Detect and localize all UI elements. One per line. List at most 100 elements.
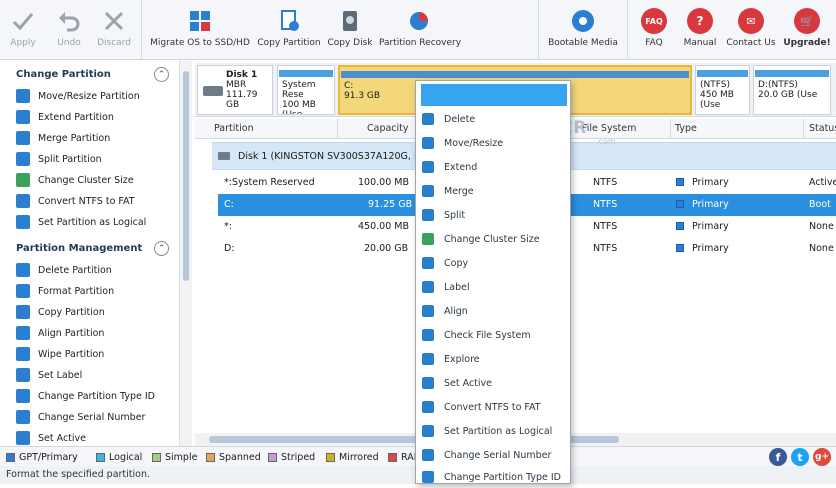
resize-icon xyxy=(422,137,434,149)
column-file-system[interactable]: File System xyxy=(582,123,636,134)
sidebar-item-format[interactable]: Format Partition xyxy=(16,282,114,300)
watermark-sub: .com xyxy=(596,137,616,146)
copy-partition-icon xyxy=(276,8,302,34)
sidebar-item-set-logical[interactable]: Set Partition as Logical xyxy=(16,213,146,231)
sidebar-item-align[interactable]: Align Partition xyxy=(16,324,104,342)
menu-item-merge[interactable]: Merge xyxy=(416,180,570,202)
copy-disk-button[interactable]: Copy Disk xyxy=(326,0,374,60)
check-icon xyxy=(422,329,434,341)
sidebar: Change Partition ⌃ Move/Resize Partition… xyxy=(0,61,180,446)
disk-map-partition-system[interactable]: System Rese 100 MB (Use xyxy=(277,65,335,115)
split-icon xyxy=(16,152,30,166)
facebook-icon[interactable]: f xyxy=(769,448,787,466)
menu-item-move-resize[interactable]: Move/Resize xyxy=(416,132,570,154)
sidebar-item-wipe[interactable]: Wipe Partition xyxy=(16,345,104,363)
partition-recovery-button[interactable]: Partition Recovery xyxy=(378,0,462,60)
menu-item-explore[interactable]: Explore xyxy=(416,348,570,370)
bootable-media-button[interactable]: Bootable Media xyxy=(546,0,620,60)
wipe-icon xyxy=(16,347,30,361)
column-type[interactable]: Type xyxy=(675,123,697,134)
split-icon xyxy=(422,209,434,221)
legend-item: Mirrored xyxy=(326,452,379,463)
menu-item-set-active[interactable]: Set Active xyxy=(416,372,570,394)
divider xyxy=(538,0,539,60)
sidebar-item-type-id[interactable]: Change Partition Type ID xyxy=(16,387,155,405)
legend-item: GPT/Primary xyxy=(6,452,78,463)
align-icon xyxy=(422,305,434,317)
disk-map-partition-d[interactable]: D:(NTFS) 20.0 GB (Use xyxy=(753,65,831,115)
discard-button[interactable]: Discard xyxy=(94,0,134,60)
google-plus-icon[interactable]: g+ xyxy=(813,448,831,466)
toolbar: Apply Undo Discard Migrate OS to SSD/HD … xyxy=(0,0,836,60)
menu-item-check-fs[interactable]: Check File System xyxy=(416,324,570,346)
legend-item: Logical xyxy=(96,452,142,463)
column-status[interactable]: Status xyxy=(809,123,836,134)
group-change-partition: Change Partition xyxy=(16,69,111,80)
logical-icon xyxy=(422,425,434,437)
logical-icon xyxy=(16,215,30,229)
collapse-icon[interactable]: ⌃ xyxy=(154,241,169,256)
sidebar-item-split[interactable]: Split Partition xyxy=(16,150,102,168)
collapse-icon[interactable]: ⌃ xyxy=(154,67,169,82)
menu-item-change-serial[interactable]: Change Serial Number xyxy=(416,444,570,466)
context-menu: Delete Move/Resize Extend Merge Split Ch… xyxy=(415,80,571,484)
undo-button[interactable]: Undo xyxy=(50,0,88,60)
delete-icon xyxy=(422,113,434,125)
sidebar-item-cluster-size[interactable]: Change Cluster Size xyxy=(16,171,134,189)
close-icon xyxy=(101,8,127,34)
cd-icon xyxy=(570,8,596,34)
sidebar-scrollbar[interactable] xyxy=(180,61,192,446)
menu-item-change-type-id[interactable]: Change Partition Type ID xyxy=(416,466,570,488)
sidebar-item-move-resize[interactable]: Move/Resize Partition xyxy=(16,87,140,105)
format-icon xyxy=(16,284,30,298)
sidebar-item-delete[interactable]: Delete Partition xyxy=(16,261,112,279)
menu-item-split[interactable]: Split xyxy=(416,204,570,226)
menu-item-align[interactable]: Align xyxy=(416,300,570,322)
hard-disk-icon xyxy=(203,86,223,96)
type-square-icon xyxy=(676,222,684,230)
sidebar-item-extend[interactable]: Extend Partition xyxy=(16,108,114,126)
sidebar-item-convert-ntfs[interactable]: Convert NTFS to FAT xyxy=(16,192,135,210)
upgrade-button[interactable]: 🛒 Upgrade! xyxy=(780,0,834,60)
menu-item-label[interactable]: Label xyxy=(416,276,570,298)
migrate-os-button[interactable]: Migrate OS to SSD/HD xyxy=(150,0,250,60)
column-capacity[interactable]: Capacity xyxy=(367,123,409,134)
faq-button[interactable]: FAQ FAQ xyxy=(636,0,672,60)
label-icon xyxy=(422,281,434,293)
copy-partition-button[interactable]: Copy Partition xyxy=(256,0,322,60)
hard-disk-icon xyxy=(218,152,230,160)
flag-icon xyxy=(422,377,434,389)
sidebar-item-serial[interactable]: Change Serial Number xyxy=(16,408,145,426)
undo-icon xyxy=(56,8,82,34)
manual-button[interactable]: ? Manual xyxy=(680,0,720,60)
mail-icon: ✉ xyxy=(738,8,764,34)
scroll-thumb[interactable] xyxy=(183,71,189,281)
menu-item-copy[interactable]: Copy xyxy=(416,252,570,274)
twitter-icon[interactable]: t xyxy=(791,448,809,466)
apply-button[interactable]: Apply xyxy=(4,0,42,60)
disk-map-partition-ntfs[interactable]: (NTFS) 450 MB (Use xyxy=(695,65,750,115)
faq-icon: FAQ xyxy=(641,8,667,34)
extend-icon xyxy=(16,110,30,124)
legend-item: Spanned xyxy=(206,452,261,463)
windows-icon xyxy=(187,8,213,34)
copy-icon xyxy=(422,257,434,269)
serial-icon xyxy=(16,410,30,424)
contact-us-button[interactable]: ✉ Contact Us xyxy=(724,0,778,60)
sidebar-item-set-label[interactable]: Set Label xyxy=(16,366,82,384)
sidebar-item-merge[interactable]: Merge Partition xyxy=(16,129,110,147)
sidebar-item-set-active[interactable]: Set Active xyxy=(16,429,86,446)
menu-item-delete[interactable]: Delete xyxy=(416,108,570,130)
label-icon xyxy=(16,368,30,382)
menu-item-set-logical[interactable]: Set Partition as Logical xyxy=(416,420,570,442)
menu-item-cluster-size[interactable]: Change Cluster Size xyxy=(416,228,570,250)
legend-item: Striped xyxy=(268,452,315,463)
type-square-icon xyxy=(676,178,684,186)
copy-icon xyxy=(16,305,30,319)
cluster-icon xyxy=(16,173,30,187)
disk-map-disk[interactable]: Disk 1 MBR 111.79 GB xyxy=(197,65,273,115)
menu-item-convert-ntfs[interactable]: Convert NTFS to FAT xyxy=(416,396,570,418)
sidebar-item-copy[interactable]: Copy Partition xyxy=(16,303,105,321)
menu-item-extend[interactable]: Extend xyxy=(416,156,570,178)
column-partition[interactable]: Partition xyxy=(214,123,254,134)
